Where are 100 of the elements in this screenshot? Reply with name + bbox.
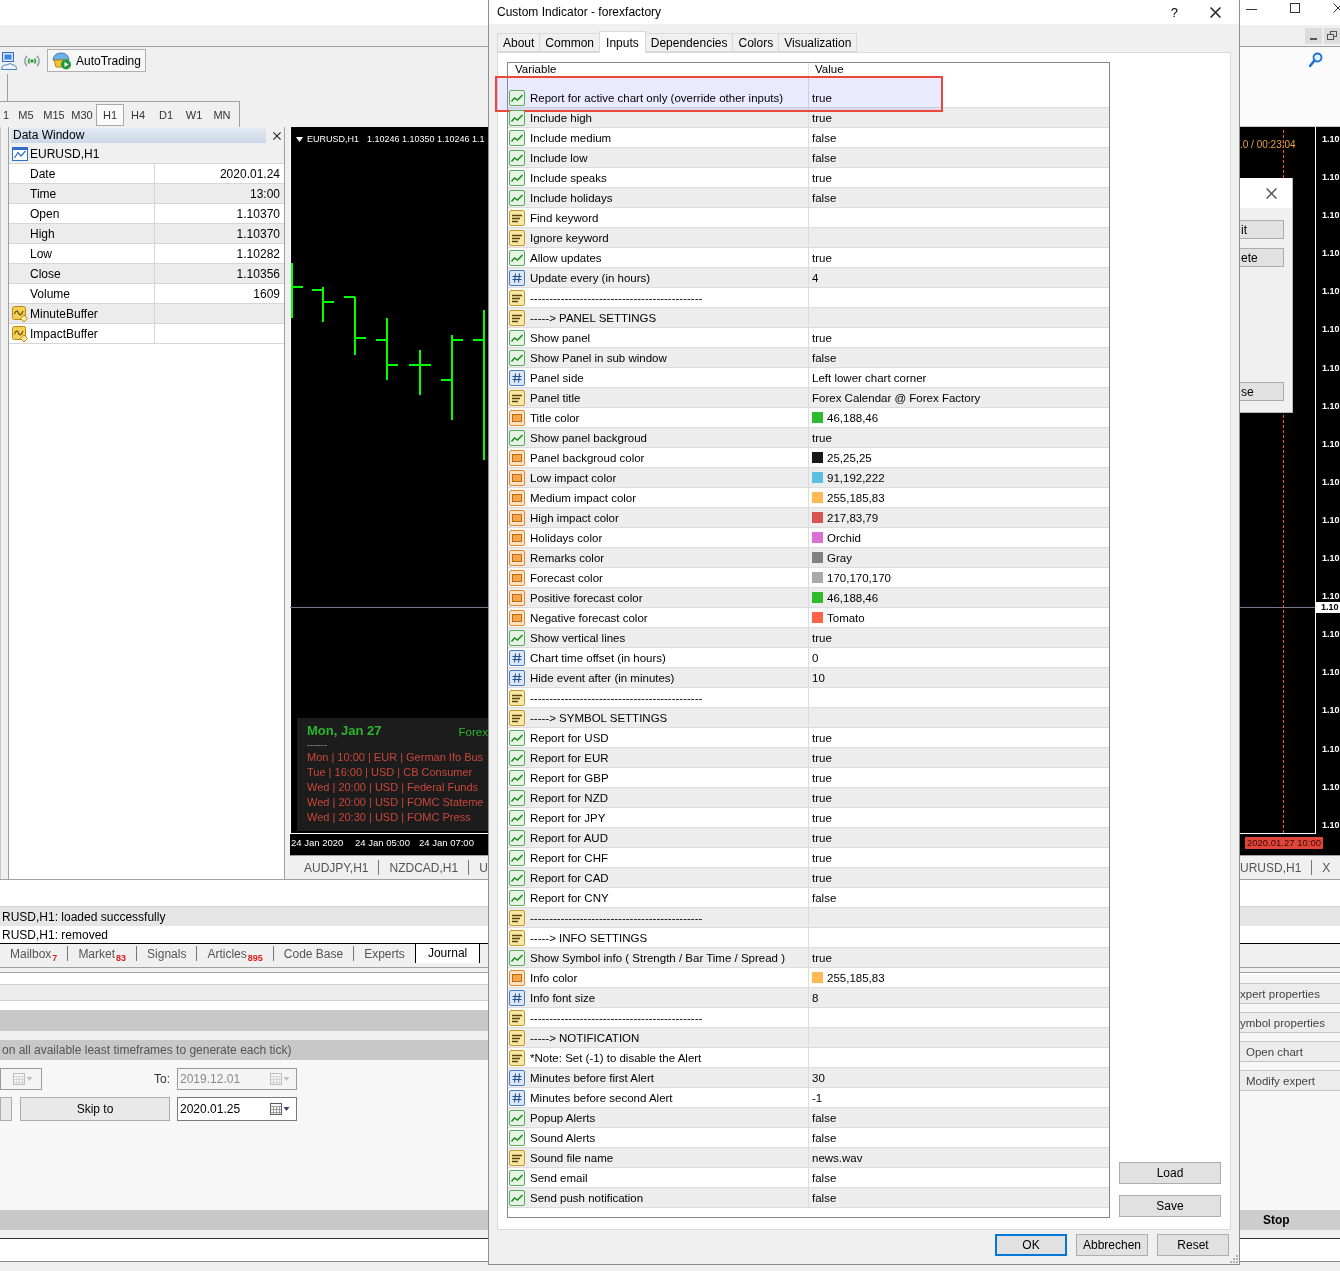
side-button[interactable]: Save — [1119, 1195, 1221, 1217]
panel-tab[interactable]: Signals — [137, 943, 197, 964]
chart-tab[interactable]: X — [1312, 860, 1340, 875]
timeframe-button[interactable]: MN — [208, 103, 236, 126]
timeframe-button[interactable]: H4 — [124, 103, 152, 126]
table-row[interactable]: Panel backgroud color 25,25,25 — [508, 448, 1109, 468]
panel-tab[interactable]: Code Base — [273, 943, 354, 964]
dialog-button[interactable]: se — [1240, 382, 1284, 401]
side-button[interactable]: Modify expert — [1240, 1070, 1340, 1091]
table-row[interactable]: Report for CHF true — [508, 848, 1109, 868]
panel-tab[interactable]: Journal — [414, 943, 481, 964]
table-row[interactable]: Title color 46,188,46 — [508, 408, 1109, 428]
panel-tab[interactable]: Experts — [354, 943, 415, 964]
table-row[interactable]: Sound file name news.wav — [508, 1148, 1109, 1168]
table-row[interactable]: Show vertical lines true — [508, 628, 1109, 648]
tab[interactable]: Dependencies — [644, 33, 734, 52]
tab[interactable]: Colors — [732, 33, 780, 52]
stop-button[interactable]: Stop — [1240, 1210, 1340, 1230]
table-row[interactable]: Positive forecast color 46,188,46 — [508, 588, 1109, 608]
timeframe-button[interactable]: D1 — [152, 103, 180, 126]
table-row[interactable]: Report for EUR true — [508, 748, 1109, 768]
table-row[interactable]: -----> SYMBOL SETTINGS — [508, 708, 1109, 728]
table-row[interactable]: Show panel true — [508, 328, 1109, 348]
table-row[interactable]: Send email false — [508, 1168, 1109, 1188]
table-row[interactable]: Include low false — [508, 148, 1109, 168]
table-row[interactable]: Holidays color Orchid — [508, 528, 1109, 548]
timeframe-button[interactable]: 1 — [0, 103, 12, 126]
table-row[interactable]: Show panel backgroud true — [508, 428, 1109, 448]
table-row[interactable]: Report for GBP true — [508, 768, 1109, 788]
table-row[interactable]: Report for CNY false — [508, 888, 1109, 908]
close-icon[interactable] — [273, 131, 281, 140]
table-row[interactable]: -----> NOTIFICATION — [508, 1028, 1109, 1048]
resize-grip-icon[interactable] — [1229, 1254, 1238, 1263]
table-row[interactable]: Include medium false — [508, 128, 1109, 148]
table-row[interactable]: Sound Alerts false — [508, 1128, 1109, 1148]
table-row[interactable]: Report for JPY true — [508, 808, 1109, 828]
table-row[interactable]: Report for AUD true — [508, 828, 1109, 848]
tab[interactable]: Inputs — [599, 31, 646, 53]
table-row[interactable]: Include speaks true — [508, 168, 1109, 188]
table-row[interactable]: --------------------------------------------- — [508, 288, 1109, 308]
table-row[interactable]: Report for active chart only (override other inputs) true — [508, 88, 1109, 108]
timeframe-button[interactable]: M5 — [12, 103, 40, 126]
table-row[interactable]: Minutes before second Alert -1 — [508, 1088, 1109, 1108]
table-row[interactable]: Panel title Forex Calendar @ Forex Factory — [508, 388, 1109, 408]
tab[interactable]: Common — [539, 33, 601, 52]
table-row[interactable]: Include high true — [508, 108, 1109, 128]
side-button[interactable]: Load — [1119, 1162, 1221, 1184]
skip-to-button[interactable]: Skip to — [20, 1097, 170, 1121]
chart-tab[interactable]: U — [469, 860, 488, 875]
table-row[interactable]: Report for CAD true — [508, 868, 1109, 888]
table-row[interactable]: High impact color 217,83,79 — [508, 508, 1109, 528]
table-row[interactable]: Remarks color Gray — [508, 548, 1109, 568]
table-row[interactable]: -----> PANEL SETTINGS — [508, 308, 1109, 328]
chart-tab[interactable]: NZDCAD,H1 — [379, 860, 469, 875]
side-button[interactable]: Open chart — [1240, 1041, 1340, 1062]
table-row[interactable]: --------------------------------------------- — [508, 688, 1109, 708]
table-row[interactable]: -----> INFO SETTINGS — [508, 928, 1109, 948]
table-row[interactable]: Low impact color 91,192,222 — [508, 468, 1109, 488]
timeframe-button[interactable]: M15 — [40, 103, 68, 126]
table-row[interactable]: Include holidays false — [508, 188, 1109, 208]
table-row[interactable]: Negative forecast color Tomato — [508, 608, 1109, 628]
table-row[interactable]: Allow updates true — [508, 248, 1109, 268]
table-row[interactable]: Minutes before first Alert 30 — [508, 1068, 1109, 1088]
table-row[interactable]: Report for NZD true — [508, 788, 1109, 808]
table-row[interactable]: Info color 255,185,83 — [508, 968, 1109, 988]
table-row[interactable]: Popup Alerts false — [508, 1108, 1109, 1128]
tab[interactable]: About — [497, 33, 541, 52]
table-row[interactable]: Find keyword — [508, 208, 1109, 228]
search-icon[interactable] — [1309, 52, 1323, 67]
close-icon[interactable] — [1266, 187, 1277, 199]
chart-tab[interactable]: URUSD,H1 — [1240, 860, 1312, 875]
minimize-icon[interactable] — [1305, 27, 1322, 44]
table-row[interactable]: Update every (in hours) 4 — [508, 268, 1109, 288]
side-button[interactable]: xpert properties — [1240, 983, 1340, 1004]
table-row[interactable]: Chart time offset (in hours) 0 — [508, 648, 1109, 668]
maximize-icon[interactable] — [1290, 3, 1300, 13]
table-row[interactable]: Show Symbol info ( Strength / Bar Time / Spread ) true — [508, 948, 1109, 968]
side-button[interactable]: ymbol properties — [1240, 1012, 1340, 1033]
table-row[interactable]: Ignore keyword — [508, 228, 1109, 248]
close-icon[interactable] — [1333, 3, 1340, 13]
timeframe-button[interactable]: H1 — [96, 103, 124, 126]
dialog-button[interactable]: Abbrechen — [1076, 1234, 1148, 1256]
table-row[interactable]: *Note: Set (-1) to disable the Alert — [508, 1048, 1109, 1068]
dialog-button[interactable]: it — [1240, 220, 1284, 239]
close-icon[interactable] — [1210, 6, 1221, 18]
caret-icon[interactable] — [296, 136, 303, 142]
date-field[interactable]: 2020.01.25 — [177, 1097, 297, 1121]
dialog-button[interactable]: ete — [1240, 248, 1284, 267]
chart-tab[interactable]: AUDJPY,H1 — [294, 860, 379, 875]
tab[interactable]: Visualization — [778, 33, 858, 52]
table-row[interactable]: Report for USD true — [508, 728, 1109, 748]
table-row[interactable]: Medium impact color 255,185,83 — [508, 488, 1109, 508]
dialog-button[interactable]: Reset — [1157, 1234, 1229, 1256]
table-row[interactable]: Panel side Left lower chart corner — [508, 368, 1109, 388]
table-row[interactable]: Show Panel in sub window false — [508, 348, 1109, 368]
timeframe-button[interactable]: M30 — [68, 103, 96, 126]
autotrading-button[interactable]: AutoTrading — [47, 49, 146, 72]
table-row[interactable]: --------------------------------------------- — [508, 908, 1109, 928]
table-row[interactable]: Info font size 8 — [508, 988, 1109, 1008]
timeframe-button[interactable]: W1 — [180, 103, 208, 126]
